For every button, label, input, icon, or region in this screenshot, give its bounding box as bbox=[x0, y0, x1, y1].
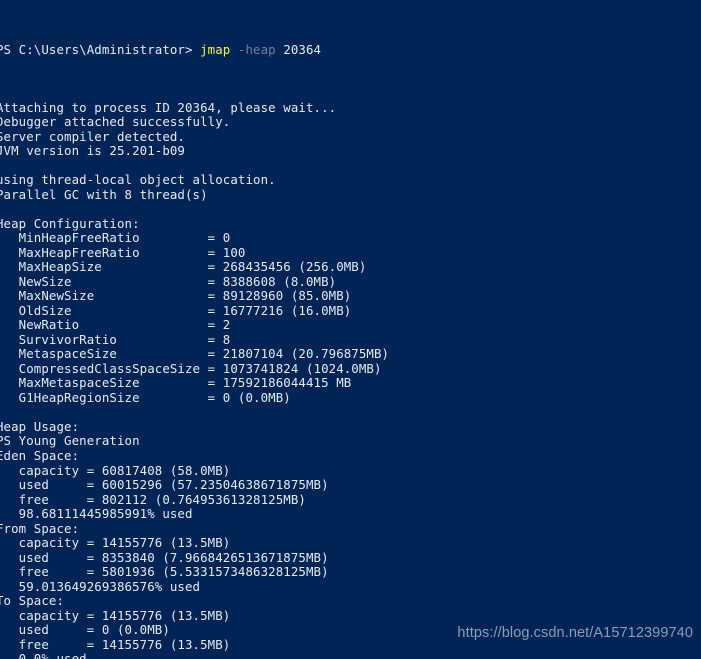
console-line: free = 802112 (0.76495361328125MB) bbox=[0, 491, 306, 507]
console-line: Server compiler detected. bbox=[0, 128, 185, 144]
command-name: jmap bbox=[200, 41, 231, 57]
prompt-path: PS C:\Users\Administrator> bbox=[0, 41, 201, 57]
console-line: 98.68111445985991% used bbox=[0, 506, 193, 522]
console-line: free = 5801936 (5.5331573486328125MB) bbox=[0, 564, 329, 580]
command-argument: 20364 bbox=[283, 41, 322, 57]
watermark-url: https://blog.csdn.net/A15712399740 bbox=[457, 625, 693, 641]
console-line: MaxNewSize = 89128960 (85.0MB) bbox=[0, 288, 352, 304]
console-line: PS Young Generation bbox=[0, 433, 140, 449]
console-line: Debugger attached successfully. bbox=[0, 114, 231, 130]
console-line: capacity = 60817408 (58.0MB) bbox=[0, 462, 231, 478]
command-space-1 bbox=[230, 42, 238, 57]
powershell-console-window[interactable]: PS C:\Users\Administrator> jmap -heap 20… bbox=[0, 0, 701, 659]
console-line: NewSize = 8388608 (8.0MB) bbox=[0, 273, 337, 289]
console-line: using thread-local object allocation. bbox=[0, 172, 276, 188]
console-output-area: PS C:\Users\Administrator> jmap -heap 20… bbox=[0, 0, 701, 659]
console-line: Eden Space: bbox=[0, 447, 80, 463]
console-line: G1HeapRegionSize = 0 (0.0MB) bbox=[0, 389, 291, 405]
console-line: MetaspaceSize = 21807104 (20.796875MB) bbox=[0, 346, 390, 362]
console-line: Heap Configuration: bbox=[0, 215, 140, 231]
console-line: SurvivorRatio = 8 bbox=[0, 331, 231, 347]
console-line: OldSize = 16777216 (16.0MB) bbox=[0, 302, 352, 318]
console-line: 59.013649269386576% used bbox=[0, 578, 201, 594]
command-parameter: -heap bbox=[237, 41, 276, 57]
console-line: Attaching to process ID 20364, please wa… bbox=[0, 99, 337, 115]
console-line: Heap Usage: bbox=[0, 418, 80, 434]
console-output-lines: Attaching to process ID 20364, please wa… bbox=[0, 99, 701, 659]
console-line: MaxHeapFreeRatio = 100 bbox=[0, 244, 246, 260]
console-line: capacity = 14155776 (13.5MB) bbox=[0, 607, 231, 623]
console-line: used = 8353840 (7.9668426513671875MB) bbox=[0, 549, 329, 565]
console-line: CompressedClassSpaceSize = 1073741824 (1… bbox=[0, 360, 382, 376]
console-line: MinHeapFreeRatio = 0 bbox=[0, 230, 231, 246]
console-line: Parallel GC with 8 thread(s) bbox=[0, 186, 208, 202]
console-line: 0.0% used bbox=[0, 651, 87, 659]
console-line: JVM version is 25.201-b09 bbox=[0, 143, 185, 159]
command-prompt-line: PS C:\Users\Administrator> jmap -heap 20… bbox=[0, 41, 701, 58]
console-line: used = 60015296 (57.23504638671875MB) bbox=[0, 477, 329, 493]
console-line: To Space: bbox=[0, 593, 65, 609]
console-line: NewRatio = 2 bbox=[0, 317, 231, 333]
console-line: MaxMetaspaceSize = 17592186044415 MB bbox=[0, 375, 352, 391]
console-line: MaxHeapSize = 268435456 (256.0MB) bbox=[0, 259, 367, 275]
console-line: From Space: bbox=[0, 520, 80, 536]
console-line: capacity = 14155776 (13.5MB) bbox=[0, 535, 231, 551]
